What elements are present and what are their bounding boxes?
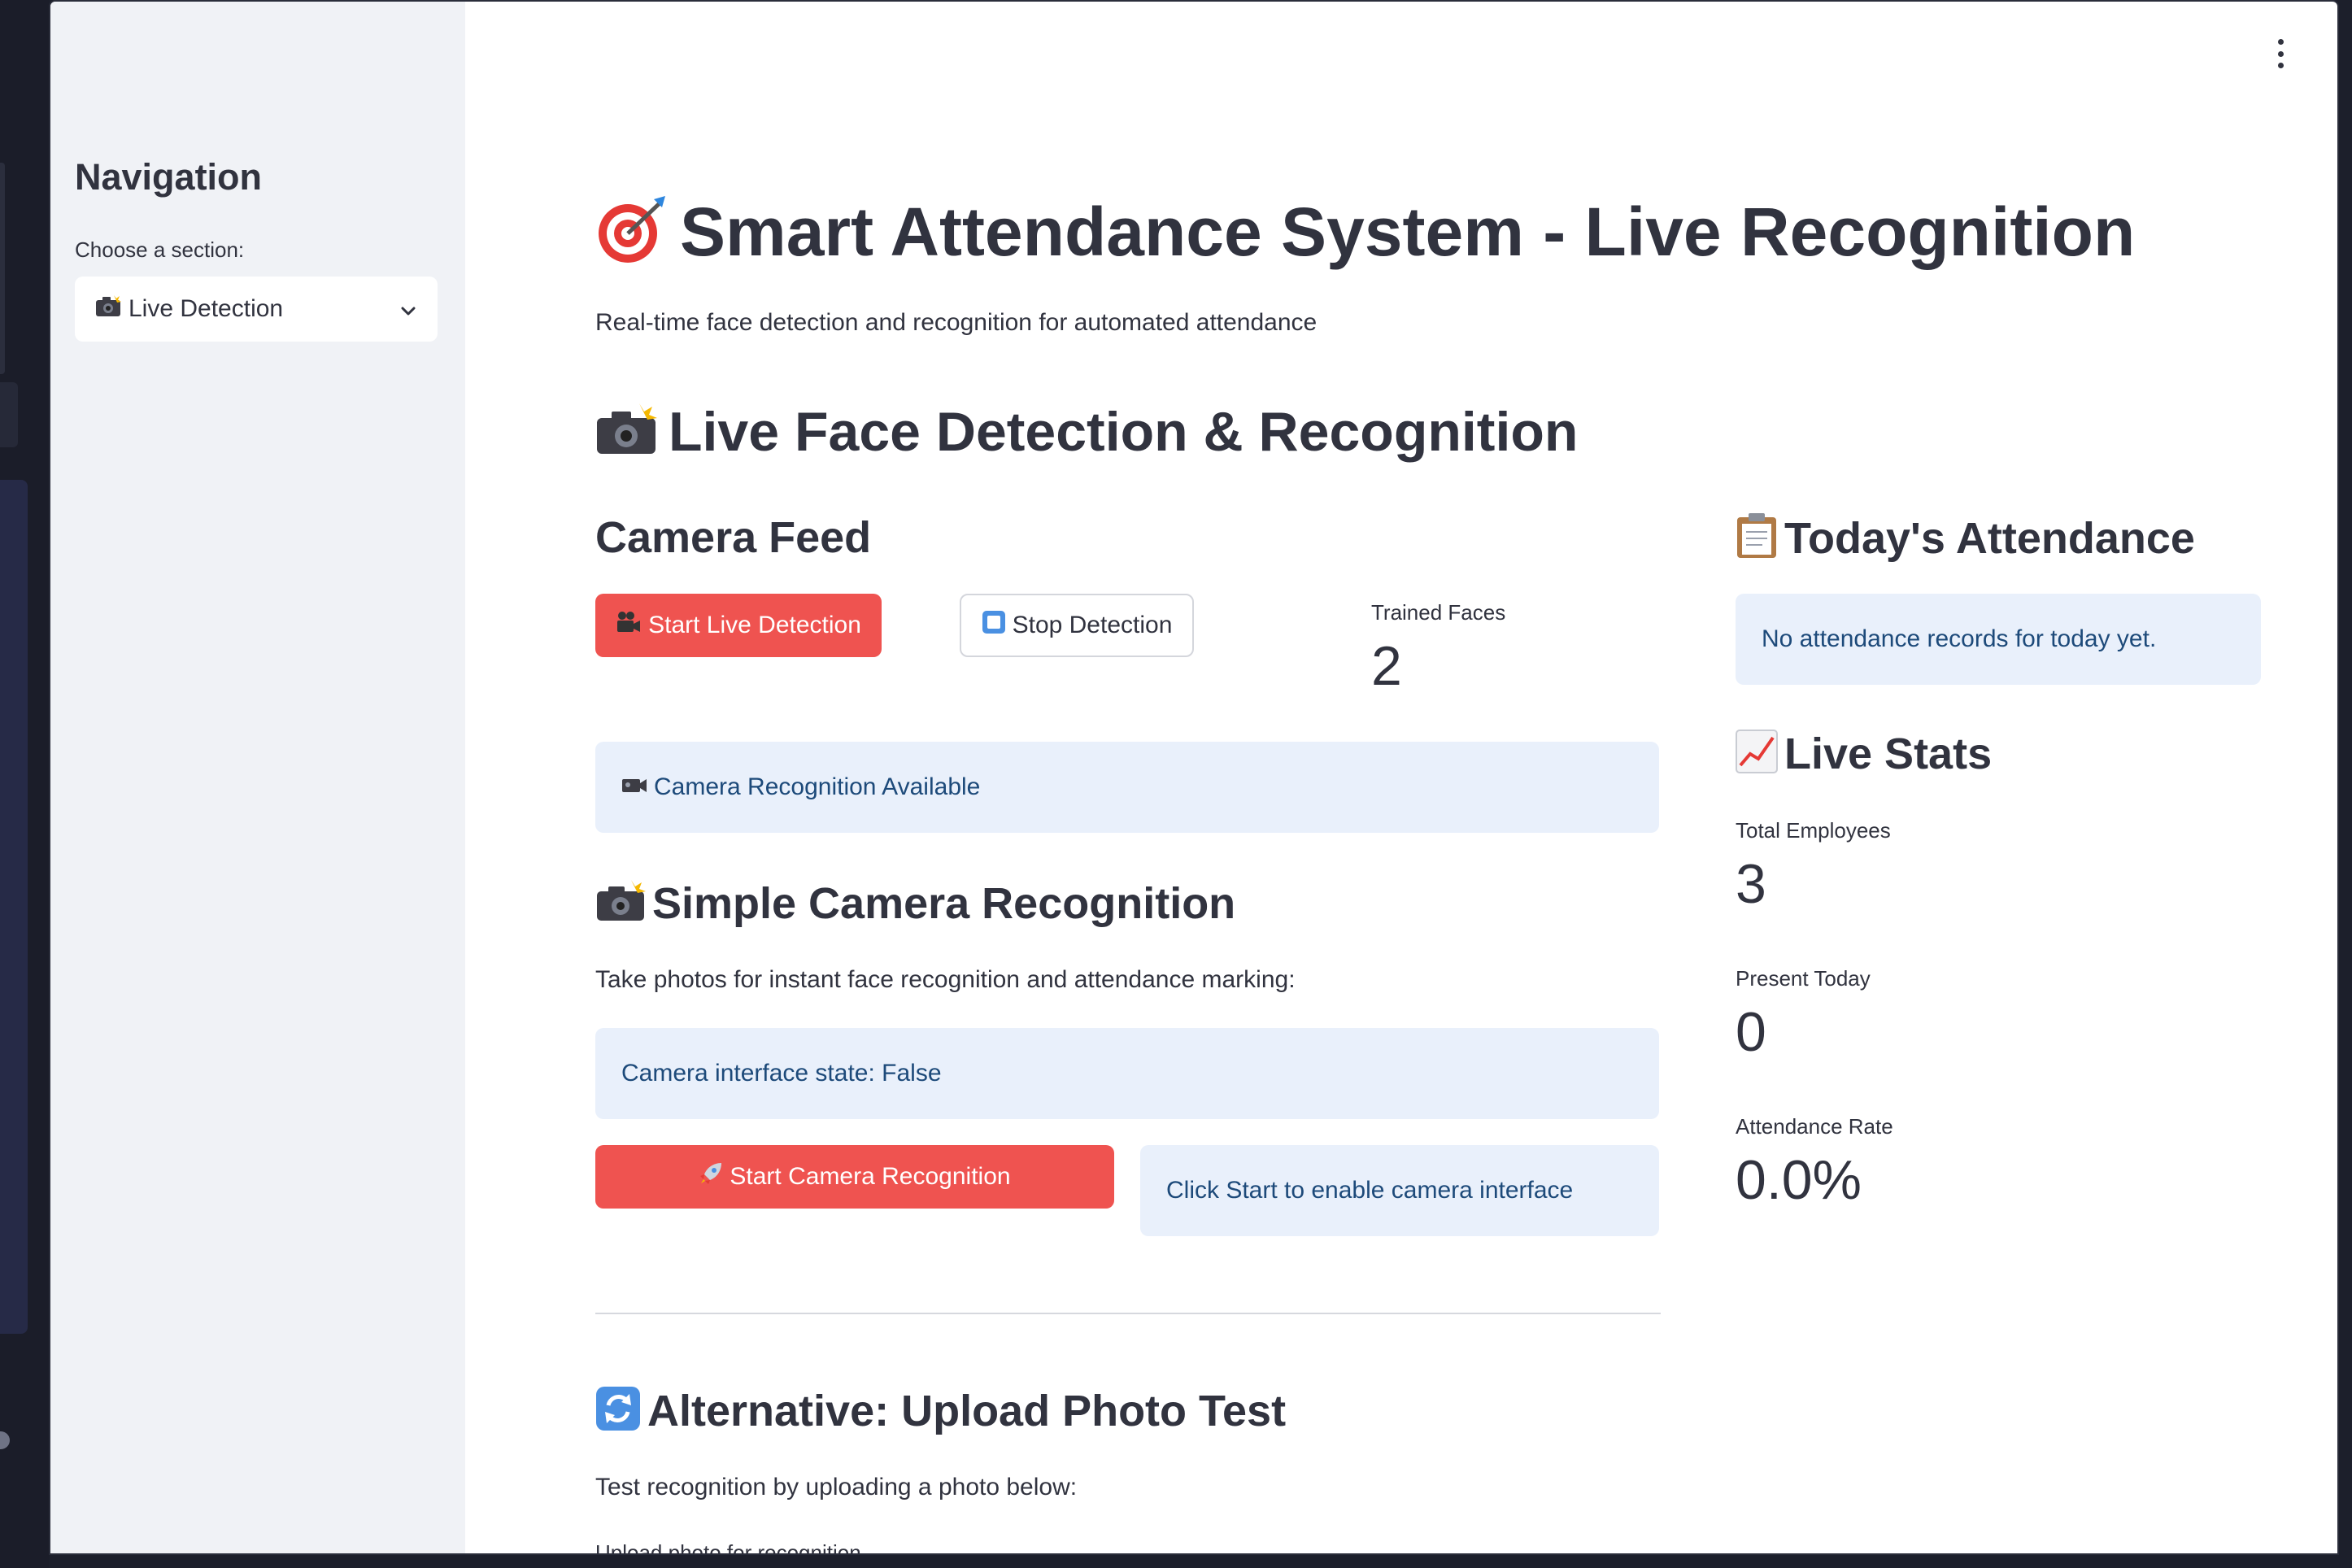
upload-photo-label: Upload photo for recognition [595,1540,861,1555]
camera-availability-info: Camera Recognition Available [595,742,1659,833]
camera-state-text: Camera interface state: False [621,1060,942,1087]
section-divider [595,1313,1661,1314]
target-icon [595,194,669,281]
section-title: Live Face Detection & Recognition [669,401,1579,463]
menu-dot [2277,50,2284,57]
page-title-row: Smart Attendance System - Live Recogniti… [595,193,2135,281]
stop-detection-label: Stop Detection [1012,612,1173,638]
section-select[interactable]: Live Detection [75,277,438,342]
refresh-icon [595,1386,641,1442]
start-live-detection-label: Start Live Detection [648,612,861,638]
stop-icon [982,610,1006,641]
start-camera-recognition-label: Start Camera Recognition [730,1163,1011,1190]
total-employees-label: Total Employees [1736,818,1891,843]
video-camera-icon [621,773,647,801]
main-menu-button[interactable] [2272,39,2289,68]
trained-faces-label: Trained Faces [1371,600,1506,625]
upload-test-description: Test recognition by uploading a photo be… [595,1474,1078,1500]
todays-attendance-title: Today's Attendance [1784,513,2195,563]
host-app-strip [0,0,49,1568]
simple-camera-heading: Simple Camera Recognition [595,878,1235,933]
camera-state-info: Camera interface state: False [595,1028,1659,1119]
host-avatar[interactable] [0,1431,10,1449]
main-content: Smart Attendance System - Live Recogniti… [595,2,2261,1555]
present-today-label: Present Today [1736,966,1871,991]
present-today-value: 0 [1736,1001,1766,1063]
camera-hint-text: Click Start to enable camera interface [1166,1177,1574,1204]
page-subtitle: Real-time face detection and recognition… [595,309,1318,336]
host-panel [0,480,28,1334]
sidebar-title: Navigation [75,156,263,198]
upload-test-title: Alternative: Upload Photo Test [647,1387,1287,1435]
camera-availability-text: Camera Recognition Available [654,773,981,800]
camera-flash-icon [94,294,122,324]
camera-feed-heading: Camera Feed [595,513,872,562]
start-live-detection-button[interactable]: Start Live Detection [595,594,882,657]
total-employees-value: 3 [1736,853,1766,915]
host-panel [0,382,18,447]
camera-flash-icon [595,880,646,933]
chart-increasing-icon [1736,730,1778,784]
attendance-info-text: No attendance records for today yet. [1762,625,2157,652]
simple-camera-description: Take photos for instant face recognition… [595,966,1296,993]
page-title: Smart Attendance System - Live Recogniti… [680,194,2136,270]
section-select-value: Live Detection [128,295,284,322]
live-stats-heading: Live Stats [1736,729,1992,784]
sidebar: Navigation Choose a section: Live Detect… [50,2,465,1553]
todays-attendance-heading: Today's Attendance [1736,512,2195,570]
chevron-down-icon [399,299,418,319]
app-window: Navigation Choose a section: Live Detect… [49,0,2339,1555]
live-stats-title: Live Stats [1784,730,1993,778]
section-heading: Live Face Detection & Recognition [595,400,1578,468]
simple-camera-title: Simple Camera Recognition [652,879,1236,928]
trained-faces-value: 2 [1371,635,1402,697]
camera-flash-icon [595,403,657,468]
section-select-label: Choose a section: [75,237,245,262]
host-panel [0,163,5,374]
menu-dot [2277,63,2284,68]
camera-hint-info: Click Start to enable camera interface [1140,1145,1659,1236]
menu-dot [2277,39,2284,45]
attendance-rate-label: Attendance Rate [1736,1114,1893,1139]
movie-camera-icon [616,611,642,640]
attendance-info: No attendance records for today yet. [1736,594,2261,685]
rocket-icon [699,1161,723,1192]
upload-test-heading: Alternative: Upload Photo Test [595,1386,1286,1442]
start-camera-recognition-button[interactable]: Start Camera Recognition [595,1145,1114,1209]
stop-detection-button[interactable]: Stop Detection [960,594,1194,657]
attendance-rate-value: 0.0% [1736,1149,1862,1211]
clipboard-icon [1736,512,1778,570]
